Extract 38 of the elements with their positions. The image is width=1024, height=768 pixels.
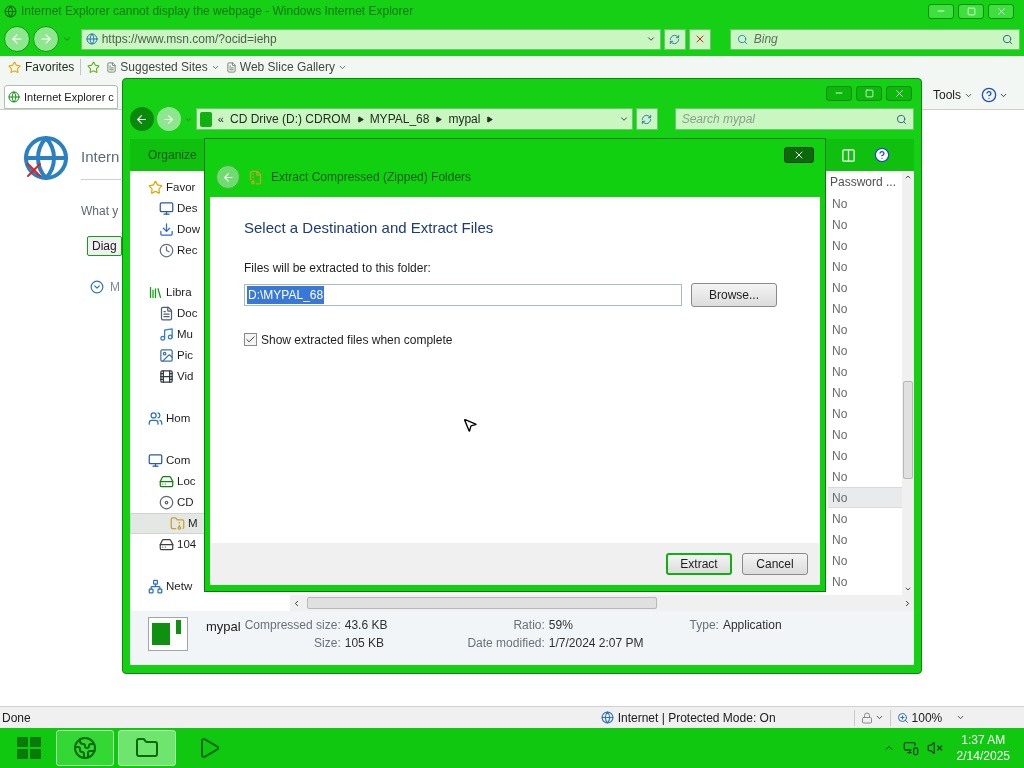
window-title: Internet Explorer cannot display the webpage - Windows Internet Explorer (21, 3, 414, 20)
table-cell-text: No (831, 258, 849, 276)
table-cell-text: No (831, 405, 849, 423)
table-cell-text: No (831, 384, 849, 402)
table-cell-text: No (831, 363, 849, 381)
field-label: Files will be extracted to this folder: (244, 259, 432, 277)
detail-value: 59% (548, 617, 574, 633)
detail-label: Compressed size: (244, 617, 341, 633)
detail-label: Type: (689, 617, 719, 633)
table-cell-text: No (831, 510, 849, 528)
detail-value: 105 KB (344, 635, 386, 651)
table-cell-text: No (831, 552, 849, 570)
table-cell-text: No (831, 216, 849, 234)
table-cell-text: No (831, 468, 849, 486)
status-text: Done (1, 709, 31, 727)
detail-label: Ratio: (512, 617, 545, 633)
detail-value: Application (722, 617, 782, 633)
table-cell-text: No (831, 195, 849, 213)
dialog-title: Extract Compressed (Zipped) Folders (271, 169, 472, 186)
table-cell-text: No (831, 531, 849, 549)
error-text: What y (81, 202, 120, 220)
detail-label: Size: (313, 635, 341, 651)
table-cell-text: No (831, 426, 849, 444)
table-cell-text: No (831, 279, 849, 297)
detail-label: Date modified: (467, 635, 545, 651)
table-cell-text: No (831, 237, 849, 255)
detail-value: 43.6 KB (344, 617, 388, 633)
table-cell-text: No (831, 573, 849, 591)
error-heading: Intern (81, 147, 121, 167)
zone-text: Internet | Protected Mode: On (617, 709, 776, 727)
table-cell-text: No (831, 321, 849, 339)
table-cell-text: No (831, 342, 849, 360)
file-name: mypal (206, 618, 241, 636)
table-cell-text: No (831, 447, 849, 465)
detail-value: 1/7/2024 2:07 PM (548, 635, 644, 651)
table-cell-text: No (831, 300, 849, 318)
table-cell: No (828, 487, 902, 508)
dialog-heading: Select a Destination and Extract Files (244, 218, 495, 238)
